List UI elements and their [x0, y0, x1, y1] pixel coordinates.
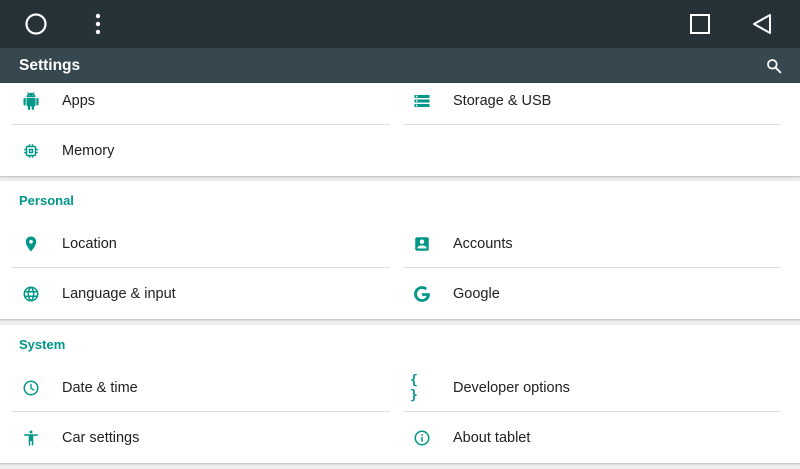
- recents-button[interactable]: [676, 0, 724, 48]
- app-bar: Settings: [0, 48, 800, 83]
- divider: [12, 267, 390, 268]
- settings-item-storage[interactable]: Storage & USB: [403, 79, 781, 123]
- settings-item-developer-options[interactable]: { } Developer options: [403, 366, 781, 410]
- settings-item-label: Apps: [62, 93, 96, 109]
- memory-icon: [19, 139, 43, 163]
- page-title: Settings: [19, 57, 81, 74]
- settings-item-accounts[interactable]: Accounts: [403, 222, 781, 266]
- settings-item-label: Location: [62, 236, 117, 252]
- braces-icon: { }: [410, 373, 419, 403]
- settings-item-location[interactable]: Location: [12, 222, 390, 266]
- system-section-card: System Date & time { } Developer options…: [0, 325, 800, 463]
- more-vert-icon: [95, 13, 101, 35]
- settings-item-label: Developer options: [453, 380, 570, 396]
- home-circle-icon: [25, 13, 47, 35]
- home-button[interactable]: [12, 0, 60, 48]
- section-title-system: System: [19, 337, 66, 352]
- accessibility-icon: [19, 426, 43, 450]
- personal-section-card: Personal Location Accounts Language & in…: [0, 181, 800, 319]
- search-button[interactable]: [760, 52, 788, 80]
- divider: [12, 124, 390, 125]
- settings-item-label: Car settings: [62, 430, 140, 446]
- divider: [12, 411, 390, 412]
- settings-item-label: About tablet: [453, 430, 531, 446]
- section-title-personal: Personal: [19, 193, 74, 208]
- clock-icon: [19, 376, 43, 400]
- globe-icon: [19, 282, 43, 306]
- storage-icon: [410, 89, 434, 113]
- back-button[interactable]: [738, 0, 786, 48]
- accounts-icon: [410, 232, 434, 256]
- device-section-card: Apps Storage & USB Memory: [0, 83, 800, 176]
- location-pin-icon: [19, 232, 43, 256]
- search-icon: [767, 59, 782, 74]
- settings-item-label: Date & time: [62, 380, 138, 396]
- android-icon: [19, 89, 43, 113]
- settings-item-memory[interactable]: Memory: [12, 129, 390, 173]
- settings-item-google[interactable]: Google: [403, 272, 781, 316]
- settings-item-language-input[interactable]: Language & input: [12, 272, 390, 316]
- info-icon: [410, 426, 434, 450]
- google-g-icon: [410, 282, 434, 306]
- recents-square-icon: [690, 14, 710, 34]
- divider: [403, 124, 781, 125]
- settings-item-about-tablet[interactable]: About tablet: [403, 416, 781, 460]
- settings-item-label: Language & input: [62, 286, 176, 302]
- system-navigation-bar: [0, 0, 800, 48]
- settings-item-apps[interactable]: Apps: [12, 79, 390, 123]
- settings-item-label: Google: [453, 286, 500, 302]
- settings-item-date-time[interactable]: Date & time: [12, 366, 390, 410]
- settings-item-label: Accounts: [453, 236, 513, 252]
- divider: [403, 411, 781, 412]
- back-triangle-icon: [753, 14, 771, 34]
- settings-item-label: Memory: [62, 143, 115, 159]
- settings-item-car-settings[interactable]: Car settings: [12, 416, 390, 460]
- divider: [403, 267, 781, 268]
- settings-item-label: Storage & USB: [453, 93, 552, 109]
- overflow-menu-button[interactable]: [74, 0, 122, 48]
